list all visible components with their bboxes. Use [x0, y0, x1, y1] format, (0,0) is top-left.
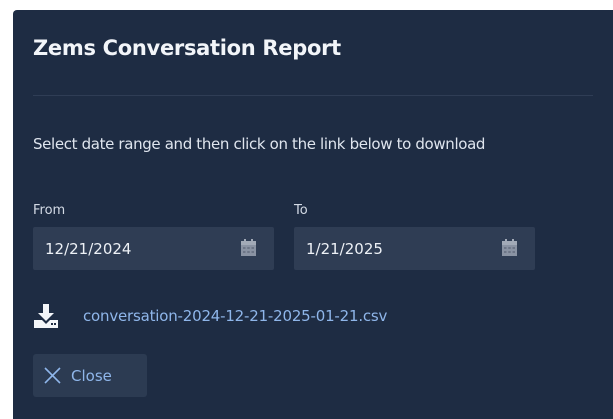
from-date-field[interactable]: 12/21/2024 [33, 227, 274, 270]
dialog-title: Zems Conversation Report [33, 36, 341, 60]
close-button-label: Close [71, 367, 112, 385]
instructions-text: Select date range and then click on the … [33, 135, 486, 153]
close-icon [44, 367, 61, 384]
to-date-field[interactable]: 1/21/2025 [294, 227, 535, 270]
title-divider [33, 95, 593, 96]
report-dialog: Zems Conversation Report Select date ran… [13, 10, 613, 419]
download-icon[interactable] [33, 303, 59, 329]
to-date-value: 1/21/2025 [306, 240, 383, 258]
download-link[interactable]: conversation-2024-12-21-2025-01-21.csv [83, 307, 387, 325]
to-label: To [294, 203, 308, 218]
calendar-icon[interactable] [502, 239, 517, 256]
close-button[interactable]: Close [33, 354, 147, 397]
calendar-icon[interactable] [241, 239, 256, 256]
from-label: From [33, 203, 66, 218]
from-date-value: 12/21/2024 [45, 240, 132, 258]
